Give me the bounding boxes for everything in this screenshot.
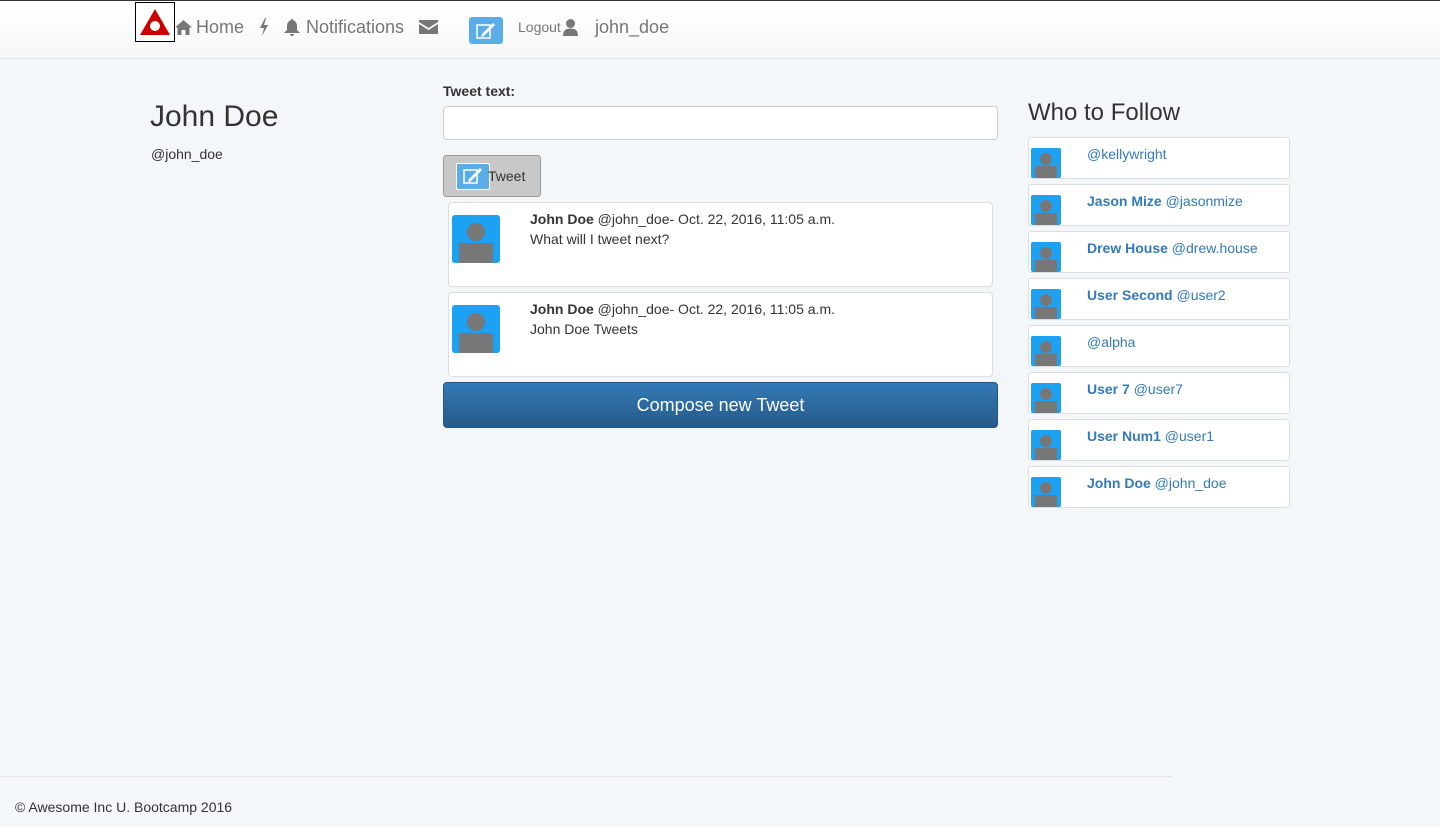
footer-divider bbox=[0, 776, 1172, 777]
user-icon bbox=[563, 18, 578, 36]
envelope-icon bbox=[419, 20, 438, 34]
follow-suggestion-handle: @john_doe bbox=[1150, 475, 1227, 491]
follow-suggestion-name: User Num1 bbox=[1087, 428, 1161, 444]
avatar-icon bbox=[1031, 289, 1061, 319]
triangle-logo-icon[interactable] bbox=[135, 2, 175, 42]
avatar-icon bbox=[1031, 477, 1061, 507]
follow-suggestion-name: Drew House bbox=[1087, 240, 1168, 256]
follow-suggestion-link[interactable]: User Num1 @user1 bbox=[1087, 428, 1214, 444]
tweet-handle-date: @john_doe- Oct. 22, 2016, 11:05 a.m. bbox=[593, 301, 835, 317]
follow-suggestion-handle: @kellywright bbox=[1087, 146, 1167, 162]
nav-logout-link[interactable]: Logout bbox=[518, 16, 561, 38]
follow-suggestion-link[interactable]: Drew House @drew.house bbox=[1087, 240, 1258, 256]
follow-suggestion-name: User 7 bbox=[1087, 381, 1130, 397]
follow-suggestion[interactable]: User Second @user2 bbox=[1028, 278, 1290, 320]
tweet-button[interactable]: Tweet bbox=[443, 155, 541, 197]
compose-icon bbox=[456, 162, 490, 190]
tweet-card: John Doe @john_doe- Oct. 22, 2016, 11:05… bbox=[448, 202, 993, 287]
follow-suggestion-handle: @jasonmize bbox=[1161, 193, 1243, 209]
tweet-text: John Doe Tweets bbox=[530, 321, 638, 337]
avatar-icon bbox=[1031, 195, 1061, 225]
follow-suggestion-link[interactable]: @alpha bbox=[1087, 334, 1135, 350]
avatar-icon bbox=[1031, 430, 1061, 460]
follow-suggestion-link[interactable]: John Doe @john_doe bbox=[1087, 475, 1227, 491]
follow-suggestion-handle: @user1 bbox=[1160, 428, 1215, 444]
who-to-follow-title: Who to Follow bbox=[1028, 99, 1181, 126]
tweet-meta: John Doe @john_doe- Oct. 22, 2016, 11:05… bbox=[530, 301, 835, 317]
follow-suggestion-handle: @alpha bbox=[1087, 334, 1136, 350]
profile-handle: @john_doe bbox=[151, 146, 223, 162]
tweet-meta: John Doe @john_doe- Oct. 22, 2016, 11:05… bbox=[530, 211, 835, 227]
follow-suggestion[interactable]: User 7 @user7 bbox=[1028, 372, 1290, 414]
compose-icon bbox=[476, 22, 495, 39]
tweet-button-label: Tweet bbox=[488, 168, 526, 184]
tweet-author[interactable]: John Doe bbox=[530, 211, 594, 227]
follow-suggestion-link[interactable]: User 7 @user7 bbox=[1087, 381, 1183, 397]
follow-suggestion-link[interactable]: Jason Mize @jasonmize bbox=[1087, 193, 1243, 209]
avatar-icon bbox=[1031, 336, 1061, 366]
tweet-author[interactable]: John Doe bbox=[530, 301, 594, 317]
follow-suggestion-link[interactable]: @kellywright bbox=[1087, 146, 1167, 162]
tweet-text-input[interactable] bbox=[443, 106, 998, 140]
avatar-icon bbox=[1031, 242, 1061, 272]
bolt-icon bbox=[260, 18, 268, 36]
follow-suggestion[interactable]: @kellywright bbox=[1028, 137, 1290, 179]
nav-username[interactable]: john_doe bbox=[595, 16, 669, 38]
follow-suggestion-handle: @drew.house bbox=[1167, 240, 1258, 256]
nav-user-link[interactable] bbox=[563, 16, 578, 38]
tweet-text-label: Tweet text: bbox=[443, 83, 516, 99]
follow-suggestion[interactable]: Jason Mize @jasonmize bbox=[1028, 184, 1290, 226]
compose-new-tweet-button[interactable]: Compose new Tweet bbox=[443, 382, 998, 428]
follow-suggestion-name: John Doe bbox=[1087, 475, 1151, 491]
avatar-icon bbox=[452, 215, 500, 263]
follow-suggestion-link[interactable]: User Second @user2 bbox=[1087, 287, 1226, 303]
tweet-card: John Doe @john_doe- Oct. 22, 2016, 11:05… bbox=[448, 292, 993, 377]
follow-suggestion[interactable]: John Doe @john_doe bbox=[1028, 466, 1290, 508]
follow-suggestion-handle: @user7 bbox=[1129, 381, 1183, 397]
bell-icon bbox=[284, 18, 300, 36]
nav-home-label: Home bbox=[196, 16, 245, 37]
nav-notifications-link[interactable]: Notifications bbox=[284, 16, 404, 38]
follow-suggestion[interactable]: User Num1 @user1 bbox=[1028, 419, 1290, 461]
avatar-icon bbox=[1031, 383, 1061, 413]
follow-suggestion-name: Jason Mize bbox=[1087, 193, 1162, 209]
home-icon bbox=[175, 19, 192, 35]
nav-activity-link[interactable] bbox=[259, 16, 269, 38]
profile-name: John Doe bbox=[150, 100, 279, 133]
footer-copyright: © Awesome Inc U. Bootcamp 2016 bbox=[15, 799, 233, 815]
nav-home-link[interactable]: Home bbox=[175, 16, 244, 38]
follow-suggestion[interactable]: @alpha bbox=[1028, 325, 1290, 367]
avatar-icon bbox=[1031, 148, 1061, 178]
nav-messages-link[interactable] bbox=[419, 16, 438, 38]
nav-notifications-label: Notifications bbox=[306, 16, 405, 37]
follow-suggestion-name: User Second bbox=[1087, 287, 1173, 303]
tweet-text: What will I tweet next? bbox=[530, 231, 670, 247]
tweet-handle-date: @john_doe- Oct. 22, 2016, 11:05 a.m. bbox=[593, 211, 835, 227]
follow-suggestion[interactable]: Drew House @drew.house bbox=[1028, 231, 1290, 273]
top-navbar: Home Notifications Logout john_doe bbox=[0, 0, 1440, 59]
follow-suggestion-handle: @user2 bbox=[1172, 287, 1226, 303]
nav-compose-button[interactable] bbox=[469, 17, 503, 44]
avatar-icon bbox=[452, 305, 500, 353]
